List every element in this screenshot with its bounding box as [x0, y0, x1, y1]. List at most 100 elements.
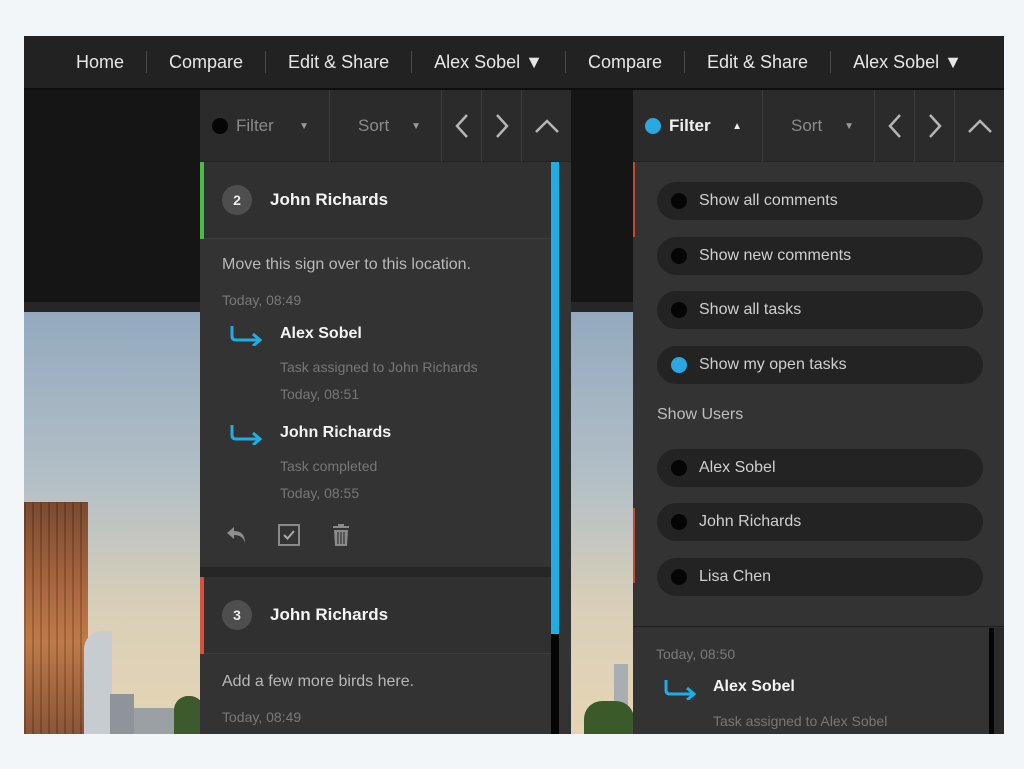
option-radio-dot — [671, 460, 687, 476]
user-option-lisa-chen[interactable]: Lisa Chen — [657, 558, 983, 596]
option-label: Show my open tasks — [699, 356, 847, 373]
sort-button[interactable]: Sort ▼ — [763, 90, 875, 162]
reply-author: Alex Sobel — [713, 678, 795, 695]
nav-edit-share-2[interactable]: Edit & Share — [685, 50, 830, 74]
comment-thread-partial: Today, 08:50 Alex Sobel Task assigned to… — [633, 628, 984, 734]
option-radio-dot — [671, 569, 687, 585]
reply-icon[interactable] — [224, 522, 250, 548]
next-button[interactable] — [482, 90, 522, 162]
nav-compare[interactable]: Compare — [147, 50, 265, 74]
comment-timestamp: Today, 08:50 — [656, 646, 736, 662]
comment-thread-header[interactable]: 3 John Richards — [200, 577, 551, 654]
reply-author: John Richards — [280, 424, 392, 441]
option-label: John Richards — [699, 513, 802, 530]
option-label: Alex Sobel — [699, 459, 776, 476]
show-users-heading: Show Users — [657, 406, 744, 423]
thread-status-accent — [633, 508, 635, 583]
reply-arrow-icon — [230, 425, 263, 445]
viewport-divider — [571, 302, 633, 312]
comment-text: Add a few more birds here. — [222, 673, 415, 690]
viewport-dark-area — [24, 90, 200, 302]
nav-home[interactable]: Home — [54, 50, 146, 74]
thread-status-accent — [633, 162, 635, 237]
complete-task-icon[interactable] — [276, 522, 302, 548]
comments-panel-compare: Filter ▲ Sort ▼ Show all comments Show n… — [633, 90, 1004, 734]
option-radio-dot — [671, 248, 687, 264]
comments-toolbar: Filter ▼ Sort ▼ — [200, 90, 571, 162]
reply-timestamp: Today, 08:51 — [280, 386, 360, 402]
reply-text: Task completed — [280, 458, 378, 474]
comment-number-badge: 3 — [222, 600, 252, 630]
caret-down-icon: ▼ — [844, 120, 854, 132]
tree-image — [584, 701, 634, 734]
next-button[interactable] — [915, 90, 955, 162]
viewport-divider — [24, 302, 200, 312]
top-navigation: Home Compare Edit & Share Alex Sobel ▼ C… — [24, 36, 1004, 90]
chevron-left-icon — [887, 114, 901, 138]
nav-compare-2[interactable]: Compare — [566, 50, 684, 74]
panel-edge — [994, 628, 1004, 734]
filter-button[interactable]: Filter ▲ — [633, 90, 763, 162]
chevron-right-icon — [928, 114, 942, 138]
reply-arrow-icon — [664, 680, 697, 700]
collapse-button[interactable] — [522, 90, 571, 162]
caret-up-icon: ▲ — [732, 120, 742, 132]
caret-down-icon: ▼ — [299, 120, 309, 132]
option-radio-dot-selected — [671, 357, 687, 373]
previous-button[interactable] — [442, 90, 482, 162]
reply-author: Alex Sobel — [280, 325, 362, 342]
comments-scrollbar[interactable] — [551, 162, 559, 734]
filter-dropdown: Show all comments Show new comments Show… — [633, 162, 1004, 627]
user-option-john-richards[interactable]: John Richards — [657, 503, 983, 541]
sort-button[interactable]: Sort ▼ — [330, 90, 442, 162]
comment-text: Move this sign over to this location. — [222, 256, 472, 273]
comment-author: John Richards — [270, 190, 389, 209]
option-label: Show new comments — [699, 247, 852, 264]
comments-toolbar: Filter ▲ Sort ▼ — [633, 90, 1004, 162]
comment-author: John Richards — [270, 605, 389, 624]
filter-label: Filter — [669, 116, 711, 135]
filter-button[interactable]: Filter ▼ — [200, 90, 330, 162]
user-option-alex-sobel[interactable]: Alex Sobel — [657, 449, 983, 487]
nav-user-menu[interactable]: Alex Sobel ▼ — [412, 50, 565, 74]
building-image — [110, 694, 134, 734]
thread-status-accent — [200, 162, 204, 239]
chevron-up-icon — [534, 119, 559, 133]
delete-icon[interactable] — [328, 522, 354, 548]
option-label: Show all comments — [699, 192, 838, 209]
reply-arrow-icon — [230, 326, 263, 346]
reply-text: Task assigned to John Richards — [280, 359, 478, 375]
filter-option-all-comments[interactable]: Show all comments — [657, 182, 983, 220]
comment-thread-header[interactable]: 2 John Richards — [200, 162, 551, 239]
filter-label: Filter — [236, 116, 274, 135]
nav-edit-share[interactable]: Edit & Share — [266, 50, 411, 74]
filter-option-all-tasks[interactable]: Show all tasks — [657, 291, 983, 329]
option-label: Show all tasks — [699, 301, 802, 318]
reply-text: Task assigned to Alex Sobel — [713, 713, 888, 729]
option-radio-dot — [671, 193, 687, 209]
thread-divider — [200, 567, 551, 577]
collapse-button[interactable] — [955, 90, 1004, 162]
nav-user-menu-2[interactable]: Alex Sobel ▼ — [831, 50, 984, 74]
chevron-left-icon — [454, 114, 468, 138]
reply-timestamp: Today, 08:55 — [280, 485, 360, 501]
comment-timestamp: Today, 08:49 — [222, 709, 302, 725]
building-image — [24, 502, 88, 734]
scrollbar-thumb[interactable] — [551, 162, 559, 634]
option-radio-dot — [671, 514, 687, 530]
building-image — [134, 708, 174, 734]
caret-down-icon: ▼ — [411, 120, 421, 132]
app-window: Home Compare Edit & Share Alex Sobel ▼ C… — [24, 36, 1004, 734]
chevron-up-icon — [967, 119, 992, 133]
option-label: Lisa Chen — [699, 568, 772, 585]
option-radio-dot — [671, 302, 687, 318]
comments-panel: Filter ▼ Sort ▼ 2 John Richards Move thi… — [200, 90, 571, 734]
previous-button[interactable] — [875, 90, 915, 162]
sort-label: Sort — [358, 116, 390, 135]
comment-number-badge: 2 — [222, 185, 252, 215]
filter-option-new-comments[interactable]: Show new comments — [657, 237, 983, 275]
filter-option-my-open-tasks[interactable]: Show my open tasks — [657, 346, 983, 384]
comment-timestamp: Today, 08:49 — [222, 292, 302, 308]
filter-status-dot — [212, 118, 228, 134]
building-image — [84, 631, 112, 734]
